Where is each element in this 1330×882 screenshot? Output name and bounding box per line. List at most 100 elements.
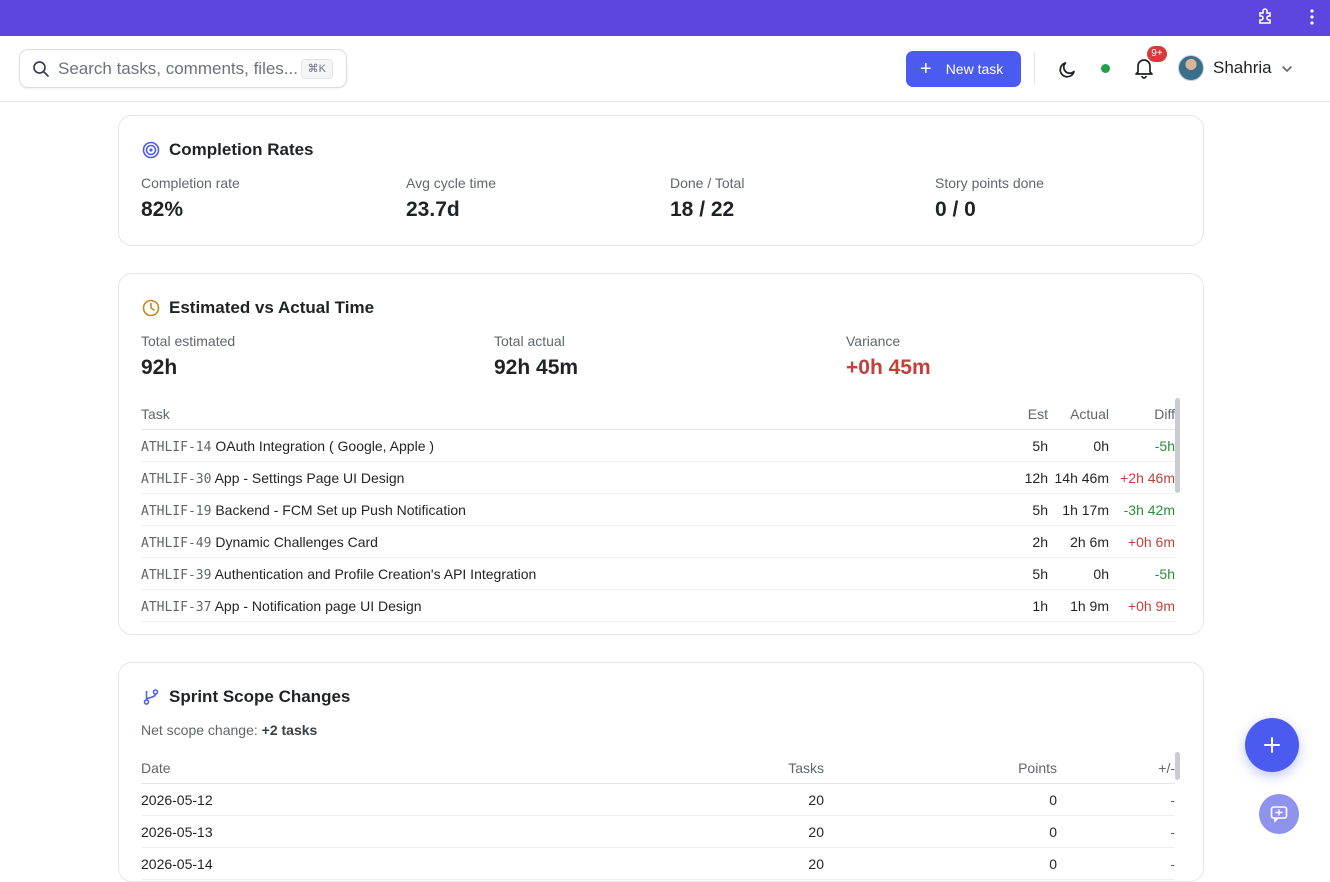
avatar[interactable] <box>1178 55 1204 81</box>
scope-points: 0 <box>1049 824 1057 840</box>
table-row[interactable]: 2026-05-14 20 0 - <box>141 848 1175 880</box>
task-diff: -5h <box>1154 566 1175 582</box>
search-input[interactable]: Search tasks, comments, files... ⌘K <box>19 49 347 88</box>
stat-done-total: Done / Total 18 / 22 <box>670 175 744 222</box>
stat-label: Avg cycle time <box>406 175 496 191</box>
stat-total-estimated: Total estimated 92h <box>141 333 235 380</box>
column-delta: +/- <box>1158 760 1175 776</box>
column-tasks: Tasks <box>788 760 824 776</box>
clock-icon <box>141 298 161 318</box>
column-est: Est <box>1027 406 1048 422</box>
task-key: ATHLIF-39 <box>141 568 212 583</box>
task-name: Authentication and Profile Creation's AP… <box>214 566 537 582</box>
table-row[interactable]: ATHLIF-49 Dynamic Challenges Card 2h 2h … <box>141 526 1175 558</box>
completion-rates-card: Completion Rates Completion rate 82% Avg… <box>118 115 1204 246</box>
task-key: ATHLIF-19 <box>141 504 212 519</box>
estimated-vs-actual-heading: Estimated vs Actual Time <box>169 298 375 317</box>
column-actual: Actual <box>1070 406 1109 422</box>
task-est: 12h <box>1024 470 1048 486</box>
net-scope-value: +2 tasks <box>261 722 318 738</box>
plus-icon: + <box>920 58 932 80</box>
scope-table-scrollbar[interactable] <box>1175 752 1180 780</box>
stat-value: 18 / 22 <box>670 198 735 221</box>
task-est: 1h <box>1032 598 1048 614</box>
completion-rates-heading: Completion Rates <box>169 140 314 159</box>
scope-tasks: 20 <box>808 792 824 808</box>
task-est: 5h <box>1032 438 1048 454</box>
table-row[interactable]: 2026-05-12 20 0 - <box>141 784 1175 816</box>
task-actual: 0h <box>1093 566 1109 582</box>
task-actual: 1h 9m <box>1070 598 1109 614</box>
moon-icon[interactable] <box>1057 58 1079 80</box>
app-header: Search tasks, comments, files... ⌘K + Ne… <box>0 36 1330 102</box>
table-row[interactable]: 2026-05-13 20 0 - <box>141 816 1175 848</box>
user-name[interactable]: Shahria <box>1213 58 1272 78</box>
scope-delta: - <box>1170 792 1175 808</box>
search-shortcut-hint: ⌘K <box>300 59 333 79</box>
net-scope-label: Net scope change: <box>141 722 258 738</box>
chevron-down-icon[interactable] <box>1280 62 1294 76</box>
scope-tasks: 20 <box>808 856 824 872</box>
task-est: 2h <box>1032 534 1048 550</box>
new-task-button[interactable]: + New task <box>906 51 1021 87</box>
task-name: Dynamic Challenges Card <box>215 534 378 550</box>
stat-value: 82% <box>141 198 184 221</box>
message-square-icon <box>1270 806 1288 823</box>
top-bar <box>0 0 1330 36</box>
task-name: OAuth Integration ( Google, Apple ) <box>215 438 435 454</box>
search-placeholder: Search tasks, comments, files... <box>58 58 298 78</box>
stat-total-actual: Total actual 92h 45m <box>494 333 578 380</box>
task-actual: 14h 46m <box>1054 470 1109 486</box>
stat-value: 23.7d <box>406 198 460 221</box>
task-name: App - Notification page UI Design <box>214 598 422 614</box>
scope-delta: - <box>1170 856 1175 872</box>
stat-label: Story points done <box>935 175 1044 191</box>
table-row[interactable]: ATHLIF-37 App - Notification page UI Des… <box>141 590 1175 622</box>
feedback-button[interactable] <box>1259 794 1299 834</box>
estimated-vs-actual-title: Estimated vs Actual Time <box>141 298 374 318</box>
scope-date: 2026-05-14 <box>141 856 213 872</box>
stat-label: Total actual <box>494 333 565 349</box>
table-row[interactable]: ATHLIF-14 OAuth Integration ( Google, Ap… <box>141 430 1175 462</box>
search-icon <box>33 60 49 77</box>
extensions-icon[interactable] <box>1254 5 1278 29</box>
git-branch-icon <box>141 687 161 707</box>
add-fab-button[interactable] <box>1245 718 1299 772</box>
completion-rates-title: Completion Rates <box>141 140 314 160</box>
stat-completion-rate: Completion rate 82% <box>141 175 240 222</box>
stat-variance: Variance +0h 45m <box>846 333 931 380</box>
task-name: Backend - FCM Set up Push Notification <box>215 502 466 518</box>
scope-date: 2026-05-12 <box>141 792 213 808</box>
time-table-header: Task Est Actual Diff <box>141 398 1175 430</box>
task-key: ATHLIF-37 <box>141 600 212 615</box>
stat-value: 92h 45m <box>494 356 579 379</box>
column-diff: Diff <box>1154 406 1175 422</box>
stat-story-points: Story points done 0 / 0 <box>935 175 1044 222</box>
notification-badge: 9+ <box>1147 46 1167 62</box>
stat-label: Total estimated <box>141 333 236 349</box>
sprint-scope-title: Sprint Scope Changes <box>141 687 350 707</box>
stat-label: Done / Total <box>670 175 745 191</box>
table-row[interactable]: ATHLIF-30 App - Settings Page UI Design … <box>141 462 1175 494</box>
target-icon <box>141 140 161 160</box>
table-row[interactable]: ATHLIF-39 Authentication and Profile Cre… <box>141 558 1175 590</box>
stat-label: Variance <box>846 333 901 349</box>
task-key: ATHLIF-14 <box>141 440 212 455</box>
table-row[interactable]: ATHLIF-19 Backend - FCM Set up Push Noti… <box>141 494 1175 526</box>
new-task-label: New task <box>945 61 1004 77</box>
plus-icon <box>1264 737 1280 753</box>
task-est: 5h <box>1032 502 1048 518</box>
more-menu-icon[interactable] <box>1304 5 1320 29</box>
stat-avg-cycle-time: Avg cycle time 23.7d <box>406 175 496 222</box>
task-actual: 2h 6m <box>1070 534 1109 550</box>
scope-date: 2026-05-13 <box>141 824 213 840</box>
sprint-scope-card: Sprint Scope Changes Net scope change: +… <box>118 662 1204 882</box>
header-divider <box>1034 53 1035 85</box>
column-points: Points <box>1018 760 1057 776</box>
time-table-scrollbar[interactable] <box>1175 398 1180 493</box>
task-actual: 1h 17m <box>1062 502 1109 518</box>
stat-label: Completion rate <box>141 175 240 191</box>
sprint-scope-heading: Sprint Scope Changes <box>169 687 351 706</box>
column-date: Date <box>141 760 171 776</box>
online-status-dot <box>1101 64 1110 73</box>
